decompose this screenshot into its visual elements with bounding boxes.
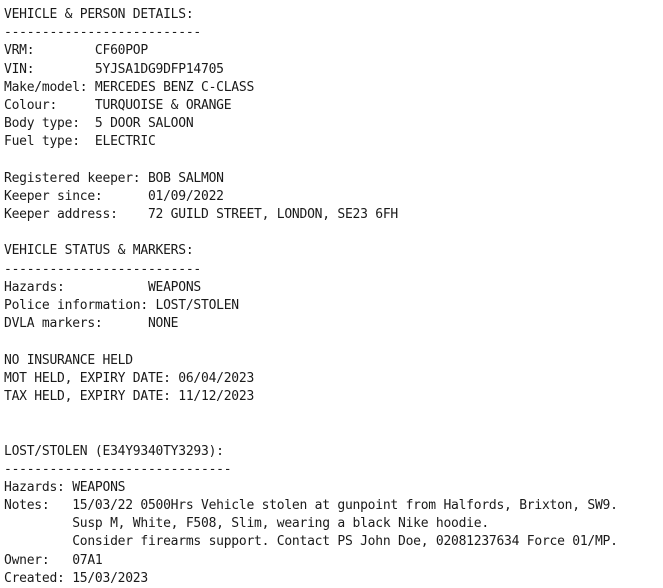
notes-line-3: Consider firearms support. Contact PS Jo… [4, 534, 618, 550]
keeper-since-line: Keeper since: 01/09/2022 [4, 188, 224, 204]
created-line: Created: 15/03/2023 [4, 570, 148, 586]
body-type-line: Body type: 5 DOOR SALOON [4, 116, 194, 132]
mot-status-line: MOT HELD, EXPIRY DATE: 06/04/2023 [4, 370, 255, 386]
hazards-line: Hazards: WEAPONS [4, 279, 201, 295]
section-heading-vehicle-person-details: VEHICLE & PERSON DETAILS: [4, 7, 194, 22]
registered-keeper-line: Registered keeper: BOB SALMON [4, 170, 224, 186]
lost-stolen-hazards-line: Hazards: WEAPONS [4, 479, 126, 495]
fuel-type-line: Fuel type: ELECTRIC [4, 134, 156, 150]
tax-status-line: TAX HELD, EXPIRY DATE: 11/12/2023 [4, 388, 255, 404]
section-divider: -------------------------- [4, 25, 201, 41]
section-divider: ------------------------------ [4, 461, 232, 477]
insurance-status-line: NO INSURANCE HELD [4, 352, 133, 368]
vehicle-report-text: VEHICLE & PERSON DETAILS: ---------------… [4, 6, 618, 588]
notes-line-2: Susp M, White, F508, Slim, wearing a bla… [4, 516, 489, 532]
colour-line: Colour: TURQUOISE & ORANGE [4, 97, 232, 113]
make-model-line: Make/model: MERCEDES BENZ C-CLASS [4, 79, 255, 95]
owner-line: Owner: 07A1 [4, 552, 103, 568]
police-information-line: Police information: LOST/STOLEN [4, 298, 239, 313]
section-divider: -------------------------- [4, 261, 201, 277]
dvla-markers-line: DVLA markers: NONE [4, 316, 179, 332]
keeper-address-line: Keeper address: 72 GUILD STREET, LONDON,… [4, 207, 398, 223]
section-heading-lost-stolen: LOST/STOLEN (E34Y9340TY3293): [4, 443, 224, 459]
notes-line-1: Notes: 15/03/22 0500Hrs Vehicle stolen a… [4, 498, 618, 514]
vin-line: VIN: 5YJSA1DG9DFP14705 [4, 61, 224, 77]
section-heading-vehicle-status: VEHICLE STATUS & MARKERS: [4, 243, 194, 259]
vrm-line: VRM: CF60POP [4, 43, 148, 59]
